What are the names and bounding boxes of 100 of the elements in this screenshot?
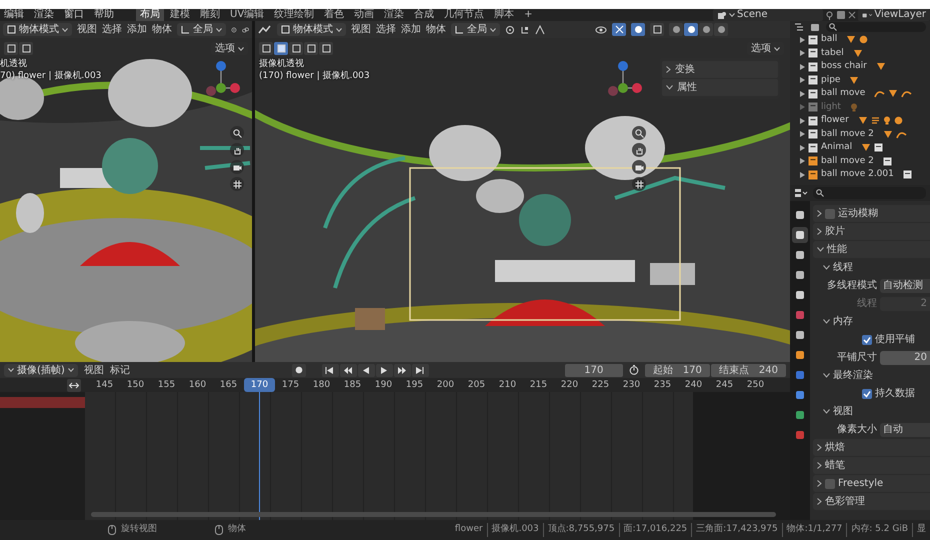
previous-keyframe-button[interactable] [340,364,357,376]
end-frame-field[interactable]: 结束点 240 [710,364,786,376]
frame-number[interactable]: 250 [740,378,771,392]
workspace-tab[interactable]: 合成 [410,9,438,21]
number-field[interactable]: 20 [880,350,930,364]
menu-item[interactable]: 物体 [152,22,172,37]
frame-number[interactable]: 150 [120,378,151,392]
menu-item[interactable]: 添加 [127,22,147,37]
menu-item[interactable]: 视图 [351,22,371,37]
current-frame-field[interactable]: 170 [564,364,623,376]
pin-icon[interactable] [825,10,834,20]
shading-button[interactable] [669,23,683,36]
frame-number[interactable]: 205 [461,378,492,392]
snap-icon[interactable] [520,24,530,34]
overlay-toggle[interactable] [631,23,645,36]
search-field[interactable] [826,22,926,32]
frame-number[interactable]: 155 [151,378,182,392]
panel-header[interactable]: 蜡笔 [813,457,930,474]
object-name[interactable]: flower [821,114,849,128]
menu-item[interactable]: 添加 [401,22,421,37]
select-mode-button[interactable] [19,42,33,55]
properties-tab[interactable] [792,227,808,243]
checkbox[interactable] [862,334,872,344]
object-name[interactable]: pipe [821,74,840,87]
pivot-icon[interactable] [505,24,515,34]
object-name[interactable]: ball move 2.001 [821,168,894,182]
object-name[interactable]: boss chair [821,60,867,74]
panel-header[interactable]: 胶片 [813,223,930,240]
shading-button[interactable] [684,23,698,36]
menu-item[interactable]: 视图 [84,362,104,378]
frame-number[interactable]: 210 [492,378,523,392]
start-frame-field[interactable]: 起始 170 [644,364,710,376]
workspace-tab[interactable]: 纹理绘制 [270,9,318,21]
panel-header[interactable]: 运动模糊 [813,205,930,222]
chevron-down-icon[interactable] [823,409,830,414]
select-mode-button[interactable] [274,42,288,55]
select-mode-button[interactable] [304,42,318,55]
expand-arrow-icon[interactable] [800,118,805,124]
jump-start-button[interactable] [322,364,339,376]
frame-number[interactable]: 160 [182,378,213,392]
chevron-right-icon[interactable] [817,498,822,505]
chevron-down-icon[interactable] [666,85,673,90]
panel-header[interactable]: Freestyle [813,475,930,492]
panel-header[interactable]: 变换 [662,61,778,78]
chevron-down-icon[interactable] [817,247,824,252]
expand-arrow-icon[interactable] [800,131,805,138]
panel-header[interactable]: 线程 [813,259,930,276]
chevron-right-icon[interactable] [817,444,822,451]
workspace-tab[interactable]: 几何节点 [440,9,488,21]
chevron-down-icon[interactable] [823,373,830,378]
panel-header[interactable]: 色彩管理 [813,493,930,510]
mode-dropdown[interactable]: 物体模式 [277,23,346,36]
panel-header[interactable]: 烘焙 [813,439,930,456]
object-name[interactable]: ball [821,33,838,46]
object-name[interactable]: tabel [821,46,844,60]
menu-item[interactable]: 帮助 [90,9,118,21]
play-reverse-button[interactable] [358,364,375,376]
expand-arrow-icon[interactable] [800,158,805,164]
dropdown-field[interactable]: 自动 [880,422,930,436]
object-name[interactable]: ball move 2 [821,154,874,168]
expand-arrow-icon[interactable] [800,144,805,151]
frame-number[interactable]: 180 [306,378,337,392]
frame-number[interactable]: 235 [647,378,678,392]
editor-type-icon[interactable] [794,188,808,198]
play-button[interactable] [376,364,393,376]
editor-type-icon[interactable] [258,24,272,34]
panel-header[interactable]: 最终渲染 [813,367,930,384]
expand-arrow-icon[interactable] [800,77,805,84]
frame-number[interactable]: 225 [585,378,616,392]
record-button[interactable] [292,364,306,376]
playhead-line[interactable] [259,392,260,520]
chevron-right-icon[interactable] [666,66,671,73]
close-icon[interactable] [848,11,856,19]
new-scene-icon[interactable] [836,10,846,20]
filter-icon[interactable] [810,22,822,32]
orientation-dropdown[interactable]: 全局 [451,23,500,36]
dropdown-field[interactable]: 自动检测 [880,278,930,292]
orientation-dropdown[interactable]: 全局 [177,23,226,36]
select-mode-button[interactable] [289,42,303,55]
frame-number[interactable]: 145 [89,378,120,392]
chevron-right-icon[interactable] [817,228,822,235]
eye-icon[interactable] [595,24,607,34]
search-field[interactable] [813,187,926,199]
menu-item[interactable]: 物体 [426,22,446,37]
expand-arrow-icon[interactable] [800,90,805,97]
expand-arrow-icon[interactable] [800,172,805,178]
frame-number[interactable]: 170 [244,378,275,392]
gizmo-toggle[interactable] [612,23,626,36]
menu-item[interactable]: 选择 [102,22,122,37]
frame-number[interactable]: 165 [213,378,244,392]
view-sync-button[interactable] [67,378,81,392]
panel-header[interactable]: 内存 [813,313,930,330]
pivot-icon[interactable] [231,24,237,34]
link-icon[interactable] [242,24,249,34]
frame-number[interactable]: 175 [275,378,306,392]
checkbox[interactable] [825,478,835,488]
select-mode-button[interactable] [4,42,18,55]
expand-arrow-icon[interactable] [800,64,805,70]
frame-number[interactable]: 185 [337,378,368,392]
menu-item[interactable]: 选择 [376,22,396,37]
